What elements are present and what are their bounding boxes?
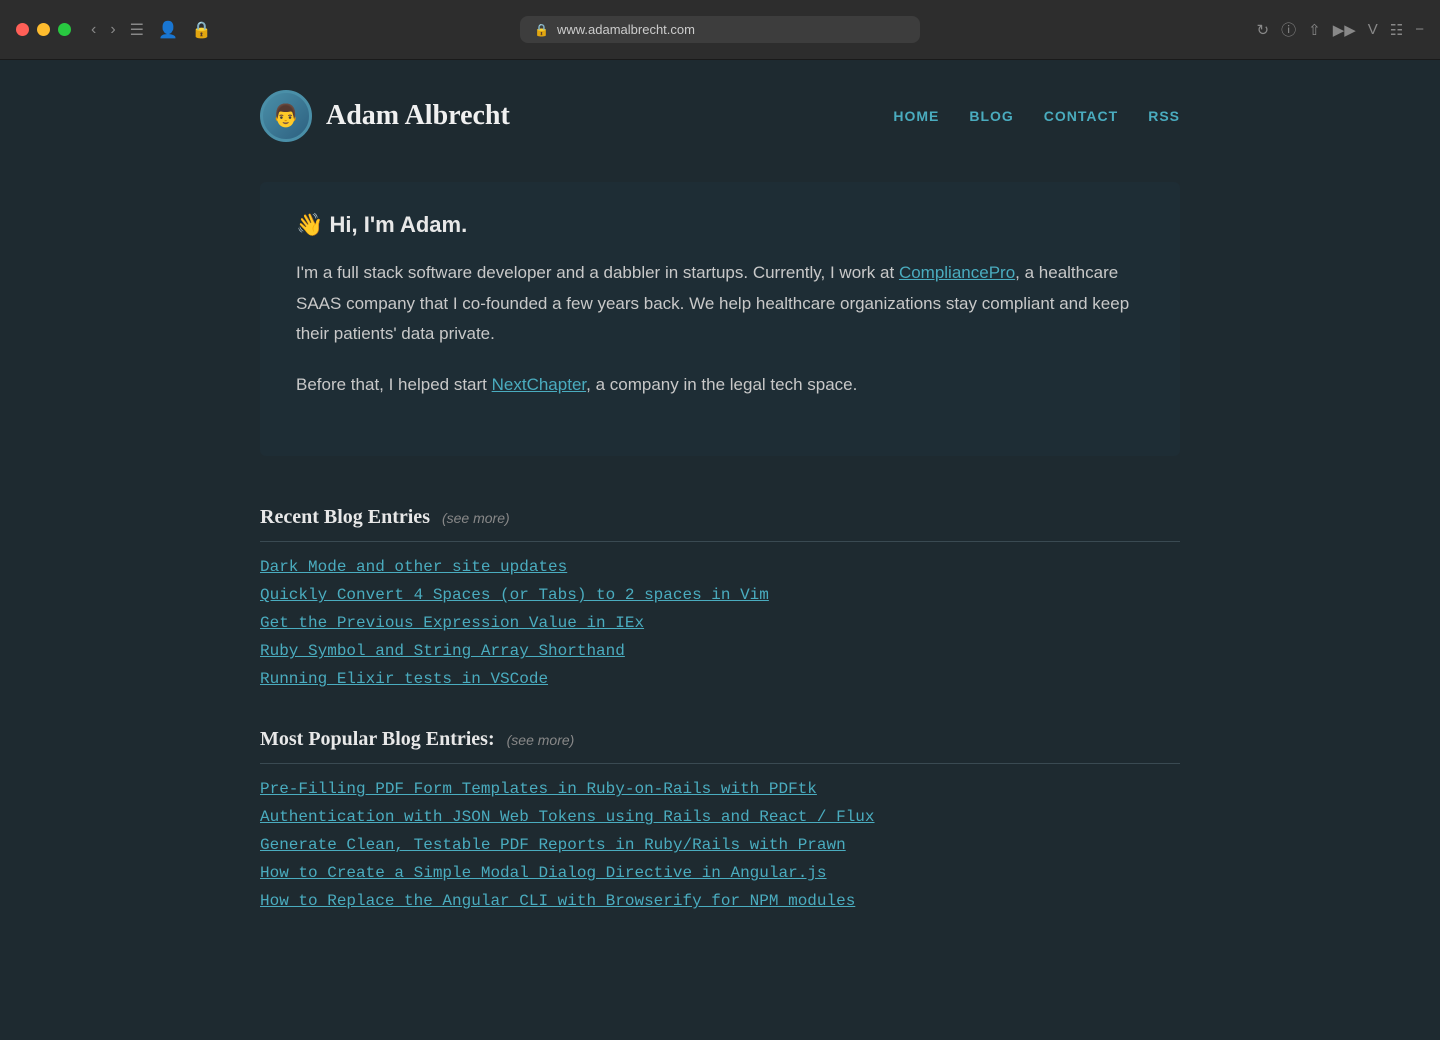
list-item: Quickly Convert 4 Spaces (or Tabs) to 2 … — [260, 586, 1180, 604]
traffic-lights — [16, 23, 71, 36]
lock-icon: 🔒 — [534, 23, 549, 37]
popular-see-more-link[interactable]: (see more) — [507, 732, 575, 748]
site-title: Adam Albrecht — [326, 100, 510, 132]
bio-p2-after: , a company in the legal tech space. — [586, 375, 857, 394]
address-bar[interactable]: 🔒 www.adamalbrecht.com — [520, 16, 920, 43]
grid-icon[interactable]: ☷ — [1390, 21, 1403, 39]
avatar-emoji: 👨 — [272, 103, 299, 129]
greeting: 👋 Hi, I'm Adam. — [296, 212, 1144, 238]
blog-entry-link[interactable]: Generate Clean, Testable PDF Reports in … — [260, 836, 846, 854]
nav-home[interactable]: HOME — [893, 108, 939, 124]
share-icon[interactable]: ⇧ — [1308, 21, 1321, 39]
site-logo: 👨 Adam Albrecht — [260, 90, 510, 142]
blog-entry-link[interactable]: Authentication with JSON Web Tokens usin… — [260, 808, 875, 826]
recent-blog-header: Recent Blog Entries (see more) — [260, 506, 1180, 529]
nav-contact[interactable]: CONTACT — [1044, 108, 1118, 124]
nav-blog[interactable]: BLOG — [969, 108, 1013, 124]
bio-p1-before: I'm a full stack software developer and … — [296, 263, 899, 282]
sidebar-icon[interactable]: ☰ — [130, 20, 144, 40]
blog-entry-link[interactable]: Quickly Convert 4 Spaces (or Tabs) to 2 … — [260, 586, 769, 604]
vimium-icon[interactable]: V — [1368, 21, 1378, 38]
blog-entry-link[interactable]: How to Create a Simple Modal Dialog Dire… — [260, 864, 827, 882]
address-bar-area: 🔒 www.adamalbrecht.com — [520, 16, 920, 43]
recent-blog-divider — [260, 541, 1180, 542]
bio-p2-before: Before that, I helped start — [296, 375, 492, 394]
recent-blog-title: Recent Blog Entries — [260, 506, 430, 529]
list-item: Dark Mode and other site updates — [260, 558, 1180, 576]
forward-icon[interactable]: › — [110, 21, 115, 39]
bio-paragraph-1: I'm a full stack software developer and … — [296, 258, 1144, 350]
popular-see-more[interactable]: (see more) — [507, 732, 575, 748]
list-item: How to Replace the Angular CLI with Brow… — [260, 892, 1180, 910]
minus-icon[interactable]: − — [1415, 21, 1424, 38]
site-header: 👨 Adam Albrecht HOME BLOG CONTACT RSS — [260, 60, 1180, 162]
right-toolbar: ↻ ⓘ ⇧ ▶▶ V ☷ − — [1257, 19, 1424, 40]
close-button[interactable] — [16, 23, 29, 36]
recent-see-more-link[interactable]: (see more) — [442, 510, 510, 526]
nav-rss[interactable]: RSS — [1148, 108, 1180, 124]
list-item: Generate Clean, Testable PDF Reports in … — [260, 836, 1180, 854]
recent-blog-section: Recent Blog Entries (see more) Dark Mode… — [260, 486, 1180, 708]
list-item: Pre-Filling PDF Form Templates in Ruby-o… — [260, 780, 1180, 798]
nextchapter-link[interactable]: NextChapter — [492, 375, 587, 394]
url-text: www.adamalbrecht.com — [557, 22, 695, 37]
refresh-icon[interactable]: ↻ — [1257, 21, 1270, 39]
shield-icon: 🔒 — [192, 20, 212, 40]
popular-blog-divider — [260, 763, 1180, 764]
list-item: Authentication with JSON Web Tokens usin… — [260, 808, 1180, 826]
browser-content: 👨 Adam Albrecht HOME BLOG CONTACT RSS 👋 … — [0, 60, 1440, 1040]
main-content: 👋 Hi, I'm Adam. I'm a full stack softwar… — [260, 162, 1180, 950]
info-icon: ⓘ — [1281, 19, 1296, 40]
blog-entry-link[interactable]: Running Elixir tests in VSCode — [260, 670, 548, 688]
website: 👨 Adam Albrecht HOME BLOG CONTACT RSS 👋 … — [220, 60, 1220, 950]
compliance-pro-link[interactable]: CompliancePro — [899, 263, 1015, 282]
avatar: 👨 — [260, 90, 312, 142]
blog-entry-link[interactable]: How to Replace the Angular CLI with Brow… — [260, 892, 855, 910]
popular-blog-section: Most Popular Blog Entries: (see more) Pr… — [260, 708, 1180, 930]
popular-blog-title: Most Popular Blog Entries: — [260, 728, 495, 751]
site-nav: HOME BLOG CONTACT RSS — [893, 108, 1180, 124]
blog-entry-link[interactable]: Dark Mode and other site updates — [260, 558, 567, 576]
blog-entry-link[interactable]: Pre-Filling PDF Form Templates in Ruby-o… — [260, 780, 817, 798]
popular-blog-list: Pre-Filling PDF Form Templates in Ruby-o… — [260, 780, 1180, 910]
list-item: Get the Previous Expression Value in IEx — [260, 614, 1180, 632]
person-icon: 👤 — [158, 20, 178, 40]
popular-blog-header: Most Popular Blog Entries: (see more) — [260, 728, 1180, 751]
bio-paragraph-2: Before that, I helped start NextChapter,… — [296, 370, 1144, 401]
list-item: Ruby Symbol and String Array Shorthand — [260, 642, 1180, 660]
recent-blog-list: Dark Mode and other site updates Quickly … — [260, 558, 1180, 688]
nav-toolbar: ‹ › ☰ 👤 🔒 — [91, 20, 212, 40]
minimize-button[interactable] — [37, 23, 50, 36]
maximize-button[interactable] — [58, 23, 71, 36]
list-item: How to Create a Simple Modal Dialog Dire… — [260, 864, 1180, 882]
greeting-emoji: 👋 — [296, 212, 323, 237]
blog-entry-link[interactable]: Ruby Symbol and String Array Shorthand — [260, 642, 625, 660]
extensions-icon[interactable]: ▶▶ — [1333, 21, 1356, 39]
window-chrome: ‹ › ☰ 👤 🔒 🔒 www.adamalbrecht.com ↻ ⓘ ⇧ ▶… — [0, 0, 1440, 60]
greeting-text: Hi, I'm Adam. — [330, 212, 468, 237]
intro-section: 👋 Hi, I'm Adam. I'm a full stack softwar… — [260, 182, 1180, 456]
list-item: Running Elixir tests in VSCode — [260, 670, 1180, 688]
recent-see-more[interactable]: (see more) — [442, 510, 510, 526]
blog-entry-link[interactable]: Get the Previous Expression Value in IEx — [260, 614, 644, 632]
back-icon[interactable]: ‹ — [91, 21, 96, 39]
